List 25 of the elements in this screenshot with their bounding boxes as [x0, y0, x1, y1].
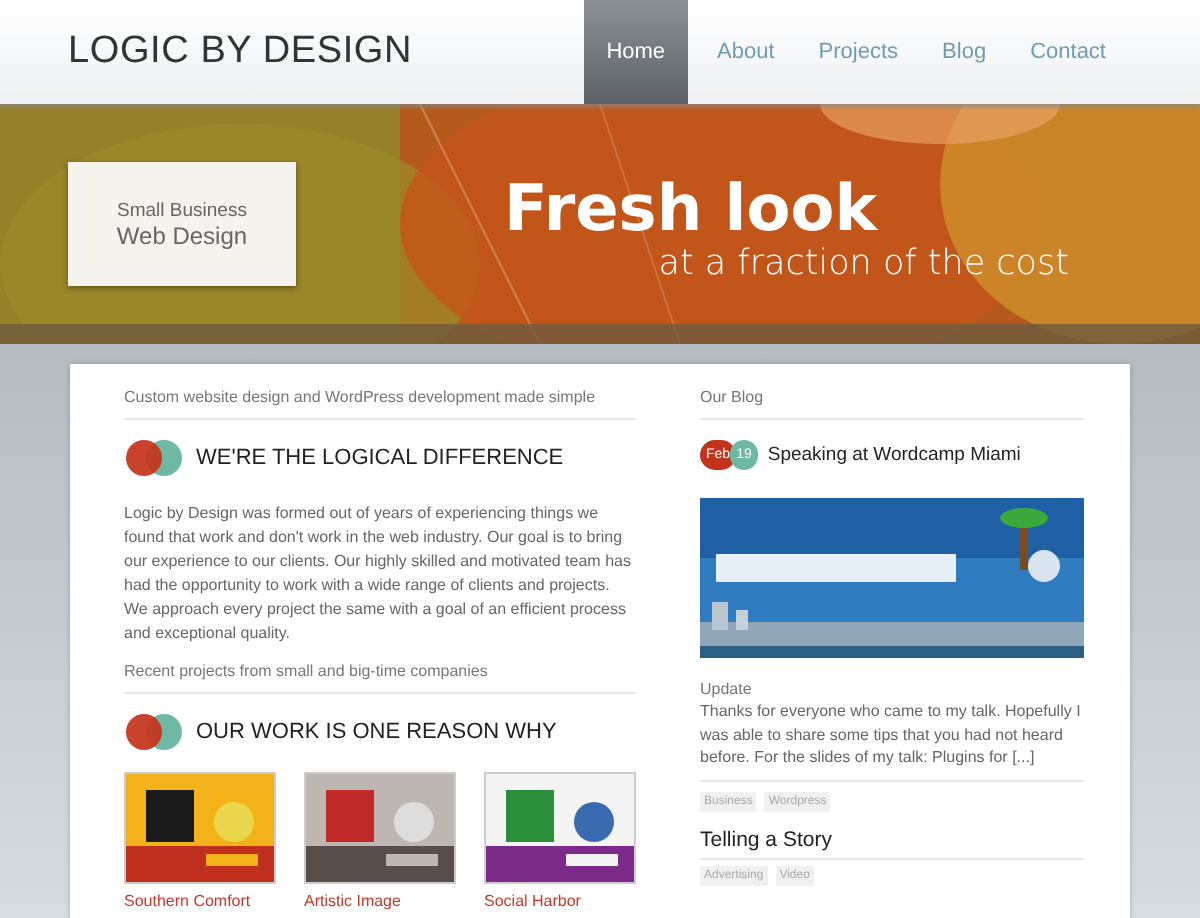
intro-text: Recent projects from small and big-time companies — [124, 662, 636, 694]
blog-title: Our Blog — [700, 388, 1084, 420]
nav-tab[interactable]: Home — [584, 0, 688, 104]
circles-icon — [124, 712, 184, 752]
section-heading: OUR WORK IS ONE REASON WHY — [196, 720, 557, 744]
tagline-text: Small Business — [117, 199, 247, 221]
post-title[interactable]: Telling a Story — [700, 827, 1084, 859]
hero-headline: Fresh look — [504, 172, 877, 244]
nav-tab[interactable]: About — [695, 0, 797, 104]
project-link[interactable]: Artistic Image — [304, 892, 456, 910]
hero-subline: at a fraction of the cost — [658, 244, 1069, 284]
post-category: Update — [700, 680, 754, 698]
logo[interactable]: LOGIC BY DESIGN — [68, 30, 413, 74]
intro-text: Custom website design and WordPress development made simple — [124, 388, 636, 420]
nav-tab[interactable]: Contact — [1008, 0, 1128, 104]
project-link[interactable]: Southern Comfort — [124, 892, 276, 910]
nav-tab[interactable]: Blog — [920, 0, 1009, 104]
post-title[interactable]: Speaking at Wordcamp Miami — [767, 444, 1021, 466]
nav-tab[interactable]: Projects — [796, 0, 921, 104]
circles-icon — [124, 438, 184, 478]
project-link[interactable]: Social Harbor — [484, 892, 636, 910]
about-paragraph: Logic by Design was formed out of years of experiencing things we found that work and don't work in the web industry. Our goal is to bring our experience to our clients. Our highly skilled and motivated team has had the opportunity to work with a wide range of clients and projects. We approach every project the same with a goal of an efficient process and exceptional quality. — [124, 502, 633, 646]
post-excerpt: Thanks for everyone who came to my talk. Hopefully I was able to share some tips that you had not heard before. For the slides of my talk: Plugins for [...] — [700, 700, 1084, 781]
section-heading: WE'RE THE LOGICAL DIFFERENCE — [196, 446, 564, 470]
tagline-text: Web Design — [116, 221, 248, 249]
